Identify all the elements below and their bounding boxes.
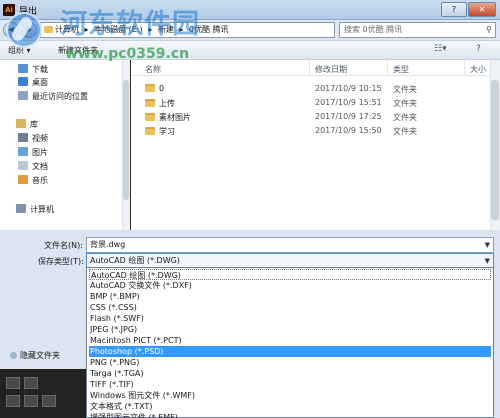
column-header-row: 名称 修改日期 类型 大小 (131, 60, 500, 76)
file-row[interactable]: 上传 2017/10/9 15:51 文件夹 (131, 96, 487, 110)
navigation-pane: 下载 桌面 最近访问的位置 库 视频 图片 文档 音乐 计算机 (0, 60, 130, 230)
search-input[interactable]: 搜索 0优酷 腾讯 ⚲ (339, 22, 496, 38)
filetype-option[interactable]: Targa (*.TGA) (89, 368, 491, 379)
filetype-value: AutoCAD 绘图 (*.DWG) (90, 256, 180, 265)
address-folder-icon (44, 26, 53, 33)
file-type-cell: 文件夹 (393, 85, 417, 94)
filetype-option[interactable]: JPEG (*.JPG) (89, 324, 491, 335)
music-icon (18, 175, 28, 184)
filetype-option[interactable]: PNG (*.PNG) (89, 357, 491, 368)
file-row[interactable]: 0 2017/10/9 10:15 文件夹 (131, 82, 487, 96)
filetype-option[interactable]: CSS (*.CSS) (89, 302, 491, 313)
sidebar-item-libraries[interactable]: 库 (16, 119, 38, 130)
watermark-url: www.pc0359.cn (65, 46, 190, 62)
file-modified-cell: 2017/10/9 15:51 (315, 98, 382, 107)
chevron-down-icon[interactable]: ▼ (485, 254, 490, 268)
library-icon (16, 119, 26, 128)
hide-folders-toggle[interactable]: 隐藏文件夹 (10, 350, 60, 361)
filetype-option[interactable]: AutoCAD 交换文件 (*.DXF) (89, 280, 491, 291)
sidebar-item-documents[interactable]: 文档 (18, 161, 48, 172)
file-row[interactable]: 学习 2017/10/9 15:50 文件夹 (131, 124, 487, 138)
sidebar-item-videos[interactable]: 视频 (18, 133, 48, 144)
filename-label: 文件名(N): (44, 241, 83, 250)
sidebar-item-pictures[interactable]: 图片 (18, 147, 48, 158)
column-name[interactable]: 名称 (145, 64, 161, 75)
tool-icon[interactable] (24, 395, 38, 407)
column-size[interactable]: 大小 (470, 64, 486, 75)
tool-icon[interactable] (6, 377, 20, 389)
file-name-cell: 学习 (145, 126, 175, 137)
recent-places-icon (18, 91, 28, 100)
collapse-arrow-icon (10, 352, 17, 359)
filename-value: 背景.dwg (90, 240, 126, 249)
column-separator[interactable] (387, 60, 388, 76)
picture-icon (18, 147, 28, 156)
filetype-option[interactable]: AutoCAD 绘图 (*.DWG) (89, 269, 491, 280)
tool-icon[interactable] (6, 395, 20, 407)
file-list: 名称 修改日期 类型 大小 0 2017/10/9 10:15 文件夹 上传 2… (131, 60, 500, 230)
search-icon[interactable]: ⚲ (486, 23, 492, 37)
search-placeholder: 搜索 0优酷 腾讯 (344, 25, 403, 34)
help-icon[interactable]: ? (476, 44, 481, 54)
close-button[interactable]: ✕ (468, 2, 496, 17)
filetype-option[interactable]: Macintosh PICT (*.PCT) (89, 335, 491, 346)
filetype-option[interactable]: 文本格式 (*.TXT) (89, 401, 491, 412)
column-type[interactable]: 类型 (393, 64, 409, 75)
computer-icon (16, 204, 26, 213)
file-name-cell: 上传 (145, 98, 175, 109)
filetype-option[interactable]: TIFF (*.TIF) (89, 379, 491, 390)
tool-icon[interactable] (24, 377, 38, 389)
folder-icon (145, 127, 155, 135)
filetype-option[interactable]: 增强型图元文件 (*.EMF) (89, 412, 491, 418)
column-separator[interactable] (309, 60, 310, 76)
folder-icon (145, 99, 155, 107)
file-type-cell: 文件夹 (393, 99, 417, 108)
sidebar-item-computer[interactable]: 计算机 (16, 204, 54, 215)
folder-icon (145, 84, 155, 92)
desktop-icon (18, 77, 28, 86)
watermark-title: 河东软件园 (60, 9, 200, 40)
file-name-cell: 0 (145, 84, 164, 93)
sidebar-item-downloads[interactable]: 下载 (18, 64, 48, 75)
filetype-dropdown-list: AutoCAD 绘图 (*.DWG) AutoCAD 交换文件 (*.DXF) … (86, 267, 494, 418)
filetype-option[interactable]: BMP (*.BMP) (89, 291, 491, 302)
sidebar-item-music[interactable]: 音乐 (18, 175, 48, 186)
file-name-cell: 素材图片 (145, 112, 191, 123)
filetype-option[interactable]: Windows 图元文件 (*.WMF) (89, 390, 491, 401)
filetype-option-selected[interactable]: Photoshop (*.PSD) (89, 346, 491, 357)
file-list-scrollbar-thumb[interactable] (491, 80, 499, 220)
folder-icon (145, 113, 155, 121)
filetype-label: 保存类型(T): (38, 257, 84, 266)
chevron-down-icon[interactable]: ▼ (485, 238, 490, 252)
background-app-panel (0, 369, 86, 418)
tool-icon[interactable] (42, 395, 56, 407)
file-row[interactable]: 素材图片 2017/10/9 17:25 文件夹 (131, 110, 487, 124)
file-type-cell: 文件夹 (393, 113, 417, 122)
filename-input[interactable]: 背景.dwg ▼ (86, 237, 494, 253)
view-options-icon[interactable]: ☷▾ (434, 44, 447, 54)
column-separator[interactable] (464, 60, 465, 76)
file-modified-cell: 2017/10/9 17:25 (315, 112, 382, 121)
help-button[interactable]: ? (441, 2, 467, 17)
download-folder-icon (18, 64, 28, 73)
sidebar-scrollbar-thumb[interactable] (123, 80, 129, 200)
filetype-option[interactable]: Flash (*.SWF) (89, 313, 491, 324)
column-modified[interactable]: 修改日期 (315, 64, 347, 75)
file-type-cell: 文件夹 (393, 127, 417, 136)
sidebar-item-recent[interactable]: 最近访问的位置 (18, 91, 88, 102)
file-modified-cell: 2017/10/9 15:50 (315, 126, 382, 135)
document-icon (18, 161, 28, 170)
video-icon (18, 133, 28, 142)
sidebar-item-desktop[interactable]: 桌面 (18, 77, 48, 88)
file-modified-cell: 2017/10/9 10:15 (315, 84, 382, 93)
